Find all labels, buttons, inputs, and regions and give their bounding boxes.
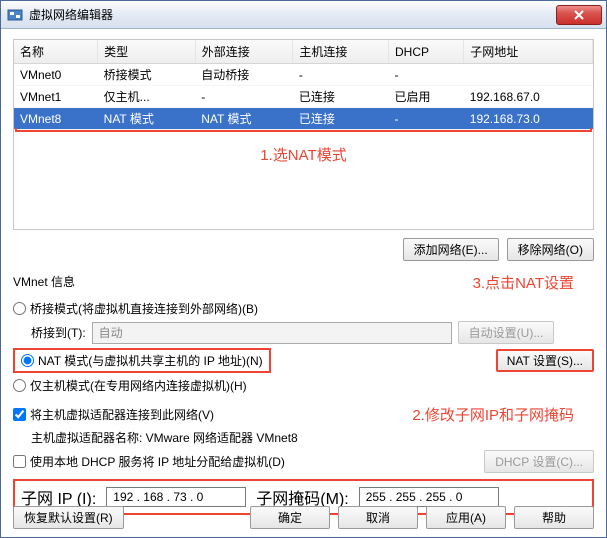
dhcp-row: 使用本地 DHCP 服务将 IP 地址分配给虚拟机(D) DHCP 设置(C).…	[13, 450, 594, 473]
col-type[interactable]: 类型	[98, 40, 196, 64]
bottom-bar: 恢复默认设置(R) 确定 取消 应用(A) 帮助	[13, 506, 594, 529]
table-row[interactable]: VMnet1 仅主机... - 已连接 已启用 192.168.67.0	[14, 86, 593, 108]
dhcp-settings-button: DHCP 设置(C)...	[484, 450, 594, 473]
cancel-button[interactable]: 取消	[338, 506, 418, 529]
vmnet-header: VMnet 信息 3.点击NAT设置	[13, 269, 594, 296]
bridge-to-label: 桥接到(T):	[31, 324, 86, 341]
nat-radio-label[interactable]: NAT 模式(与虚拟机共享主机的 IP 地址)(N)	[13, 348, 271, 373]
bridged-radio-label[interactable]: 桥接模式(将虚拟机直接连接到外部网络)(B)	[13, 300, 258, 317]
help-button[interactable]: 帮助	[514, 506, 594, 529]
annotation-3: 3.点击NAT设置	[473, 272, 574, 293]
bridged-radio[interactable]	[13, 302, 26, 315]
connect-host-checkbox[interactable]	[13, 408, 26, 421]
table-row-selected[interactable]: VMnet8 NAT 模式 NAT 模式 已连接 - 192.168.73.0	[14, 108, 593, 130]
hostonly-radio-label[interactable]: 仅主机模式(在专用网络内连接虚拟机)(H)	[13, 377, 247, 394]
table-row[interactable]: VMnet0 桥接模式 自动桥接 - -	[14, 64, 593, 86]
nat-radio[interactable]	[21, 354, 34, 367]
hostonly-row: 仅主机模式(在专用网络内连接虚拟机)(H)	[13, 377, 594, 394]
bridge-to-row: 桥接到(T): 自动设置(U)...	[31, 321, 594, 344]
content: 名称 类型 外部连接 主机连接 DHCP 子网地址 VMnet0 桥接模式 自动…	[1, 29, 606, 523]
bridge-to-dropdown	[92, 322, 452, 344]
nat-row: NAT 模式(与虚拟机共享主机的 IP 地址)(N) NAT 设置(S)...	[13, 348, 594, 373]
dhcp-checkbox-label[interactable]: 使用本地 DHCP 服务将 IP 地址分配给虚拟机(D)	[13, 453, 285, 470]
apply-button[interactable]: 应用(A)	[426, 506, 506, 529]
adapter-name-label: 主机虚拟适配器名称: VMware 网络适配器 VMnet8	[31, 429, 298, 446]
col-dhcp[interactable]: DHCP	[388, 40, 463, 64]
network-list: 名称 类型 外部连接 主机连接 DHCP 子网地址 VMnet0 桥接模式 自动…	[13, 39, 594, 230]
annotation-2: 2.修改子网IP和子网掩码	[412, 404, 574, 425]
network-table[interactable]: 名称 类型 外部连接 主机连接 DHCP 子网地址 VMnet0 桥接模式 自动…	[14, 40, 593, 130]
titlebar: 虚拟网络编辑器	[1, 1, 606, 29]
col-host[interactable]: 主机连接	[293, 40, 389, 64]
subnet-mask-field[interactable]: 255 . 255 . 255 . 0	[359, 487, 499, 507]
hostonly-radio[interactable]	[13, 379, 26, 392]
connect-host-row: 将主机虚拟适配器连接到此网络(V) 2.修改子网IP和子网掩码	[13, 404, 594, 425]
vmnet-info-label: VMnet 信息	[13, 273, 75, 290]
adapter-name-row: 主机虚拟适配器名称: VMware 网络适配器 VMnet8	[31, 429, 594, 446]
connect-host-checkbox-label[interactable]: 将主机虚拟适配器连接到此网络(V)	[13, 406, 214, 423]
ok-button[interactable]: 确定	[250, 506, 330, 529]
col-name[interactable]: 名称	[14, 40, 98, 64]
app-icon	[7, 7, 23, 23]
dhcp-checkbox[interactable]	[13, 455, 26, 468]
close-button[interactable]	[556, 5, 602, 25]
bridged-row: 桥接模式(将虚拟机直接连接到外部网络)(B)	[13, 300, 594, 317]
auto-settings-button: 自动设置(U)...	[458, 321, 555, 344]
remove-network-button[interactable]: 移除网络(O)	[507, 238, 594, 261]
restore-defaults-button[interactable]: 恢复默认设置(R)	[13, 506, 124, 529]
annotation-1: 1.选NAT模式	[14, 132, 593, 169]
col-subnet[interactable]: 子网地址	[464, 40, 593, 64]
subnet-ip-field[interactable]: 192 . 168 . 73 . 0	[106, 487, 246, 507]
window-title: 虚拟网络编辑器	[29, 6, 113, 23]
network-buttons: 添加网络(E)... 移除网络(O)	[13, 238, 594, 261]
col-ext[interactable]: 外部连接	[195, 40, 293, 64]
window: 虚拟网络编辑器 名称 类型 外部连接 主机连接 DHCP 子网地址	[0, 0, 607, 538]
add-network-button[interactable]: 添加网络(E)...	[403, 238, 499, 261]
nat-settings-button[interactable]: NAT 设置(S)...	[496, 349, 594, 372]
